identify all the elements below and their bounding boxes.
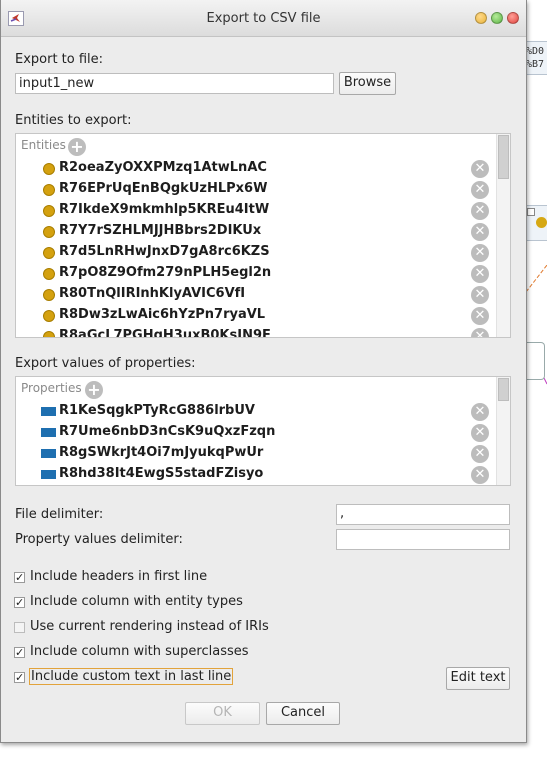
data-property-icon xyxy=(41,449,56,458)
include-entity-types-label[interactable]: Include column with entity types xyxy=(30,594,243,609)
entities-label: Entities to export: xyxy=(15,113,132,128)
include-custom-text-label[interactable]: Include custom text in last line xyxy=(28,668,234,685)
entity-name: R7d5LnRHwJnxD7gA8rc6KZS xyxy=(59,244,270,259)
entities-header: Entities xyxy=(21,138,66,152)
include-headers-checkbox[interactable]: ✓ xyxy=(14,572,25,583)
file-delimiter-input[interactable]: , xyxy=(336,504,510,525)
entity-row[interactable]: R7IkdeX9mkmhlp5KREu4ItW ✕ xyxy=(16,200,498,221)
entities-scrollbar[interactable] xyxy=(496,134,510,337)
individual-dot-icon xyxy=(43,163,55,175)
background-expand-icon xyxy=(527,208,535,216)
entity-name: R7IkdeX9mkmhlp5KREu4ItW xyxy=(59,202,270,217)
individual-dot-icon xyxy=(43,184,55,196)
include-headers-label[interactable]: Include headers in first line xyxy=(30,569,207,584)
use-current-rendering-checkbox[interactable] xyxy=(14,622,25,633)
title-bar[interactable]: Export to CSV file xyxy=(1,0,526,37)
property-row[interactable]: R1KeSqgkPTyRcG886lrbUV ✕ xyxy=(16,401,498,422)
export-file-label: Export to file: xyxy=(15,52,104,67)
individual-dot-icon xyxy=(43,310,55,322)
remove-x-icon[interactable]: ✕ xyxy=(471,307,489,325)
include-entity-types-checkbox[interactable]: ✓ xyxy=(14,597,25,608)
property-name: R8gSWkrJt4Oi7mJyukqPwUr xyxy=(59,445,264,460)
add-property-icon[interactable]: + xyxy=(85,381,103,399)
individual-dot-icon xyxy=(43,268,55,280)
individual-dot-icon xyxy=(43,289,55,301)
entity-name: R76EPrUqEnBQgkUzHLPx6W xyxy=(59,181,268,196)
entity-name: R8Dw3zLwAic6hYzPn7ryaVL xyxy=(59,307,266,322)
export-dialog: Export to CSV file Export to file: input… xyxy=(0,0,527,743)
properties-header: Properties xyxy=(21,381,82,395)
individual-dot-icon xyxy=(43,331,55,337)
entity-name: R8aGcL7PGHqH3uxB0KsIN9F xyxy=(59,328,271,338)
window-title: Export to CSV file xyxy=(206,11,321,26)
entity-name: R2oeaZyOXXPMzq1AtwLnAC xyxy=(59,160,267,175)
minimize-button[interactable] xyxy=(475,12,487,24)
background-node-line2: %B7 xyxy=(526,59,545,70)
entity-row[interactable]: R8aGcL7PGHqH3uxB0KsIN9F ✕ xyxy=(16,326,498,338)
close-button[interactable] xyxy=(507,12,519,24)
remove-x-icon[interactable]: ✕ xyxy=(471,265,489,283)
background-individual-icon xyxy=(536,217,547,228)
entity-name: R80TnQlIRInhKlyAVIC6VfI xyxy=(59,286,246,301)
entity-row[interactable]: R7d5LnRHwJnxD7gA8rc6KZS ✕ xyxy=(16,242,498,263)
property-row[interactable]: R8hd38It4EwgS5stadFZisyo ✕ xyxy=(16,464,498,485)
remove-x-icon[interactable]: ✕ xyxy=(471,445,489,463)
cancel-button[interactable]: Cancel xyxy=(266,702,340,725)
entity-row[interactable]: R80TnQlIRInhKlyAVIC6VfI ✕ xyxy=(16,284,498,305)
entity-row[interactable]: R2oeaZyOXXPMzq1AtwLnAC ✕ xyxy=(16,158,498,179)
include-superclasses-label[interactable]: Include column with superclasses xyxy=(30,644,249,659)
properties-list[interactable]: Properties + R1KeSqgkPTyRcG886lrbUV ✕ R7Um… xyxy=(15,376,511,486)
background-node-line1: %D0 xyxy=(526,46,545,57)
data-property-icon xyxy=(41,428,56,437)
include-custom-text-checkbox[interactable]: ✓ xyxy=(14,672,25,683)
entity-row[interactable]: R7Y7rSZHLMJJHBbrs2DIKUx ✕ xyxy=(16,221,498,242)
remove-x-icon[interactable]: ✕ xyxy=(471,466,489,484)
entity-name: R7pO8Z9Ofm279nPLH5egl2n xyxy=(59,265,272,280)
remove-x-icon[interactable]: ✕ xyxy=(471,181,489,199)
remove-x-icon[interactable]: ✕ xyxy=(471,223,489,241)
entity-row[interactable]: R7pO8Z9Ofm279nPLH5egl2n ✕ xyxy=(16,263,498,284)
property-row[interactable]: R7Ume6nbD3nCsK9uQxzFzqn ✕ xyxy=(16,422,498,443)
entity-row[interactable]: R76EPrUqEnBQgkUzHLPx6W ✕ xyxy=(16,179,498,200)
remove-x-icon[interactable]: ✕ xyxy=(471,328,489,337)
properties-scrollbar[interactable] xyxy=(496,377,510,485)
property-name: R7Ume6nbD3nCsK9uQxzFzqn xyxy=(59,424,276,439)
entity-name: R7Y7rSZHLMJJHBbrs2DIKUx xyxy=(59,223,262,238)
browse-button[interactable]: Browse xyxy=(339,72,396,95)
properties-scroll-thumb[interactable] xyxy=(498,378,509,401)
export-file-input[interactable]: input1_new xyxy=(15,73,334,94)
file-delimiter-label: File delimiter: xyxy=(15,507,104,522)
data-property-icon xyxy=(41,407,56,416)
individual-dot-icon xyxy=(43,247,55,259)
individual-dot-icon xyxy=(43,205,55,217)
property-name: R1KeSqgkPTyRcG886lrbUV xyxy=(59,403,255,418)
entities-list[interactable]: Entities + R2oeaZyOXXPMzq1AtwLnAC ✕ R76EPr… xyxy=(15,133,511,338)
entities-scroll-thumb[interactable] xyxy=(498,135,509,179)
property-delimiter-input[interactable] xyxy=(336,529,510,550)
maximize-button[interactable] xyxy=(491,12,503,24)
ok-button[interactable]: OK xyxy=(185,702,260,725)
remove-x-icon[interactable]: ✕ xyxy=(471,403,489,421)
entity-row[interactable]: R8Dw3zLwAic6hYzPn7ryaVL ✕ xyxy=(16,305,498,326)
property-delimiter-label: Property values delimiter: xyxy=(15,532,183,547)
use-current-rendering-label[interactable]: Use current rendering instead of IRIs xyxy=(30,619,269,634)
remove-x-icon[interactable]: ✕ xyxy=(471,244,489,262)
add-entity-icon[interactable]: + xyxy=(68,138,86,156)
edit-text-button[interactable]: Edit text xyxy=(446,667,510,690)
remove-x-icon[interactable]: ✕ xyxy=(471,202,489,220)
remove-x-icon[interactable]: ✕ xyxy=(471,160,489,178)
data-property-icon xyxy=(41,470,56,479)
include-superclasses-checkbox[interactable]: ✓ xyxy=(14,647,25,658)
property-name: R8hd38It4EwgS5stadFZisyo xyxy=(59,466,264,481)
remove-x-icon[interactable]: ✕ xyxy=(471,286,489,304)
property-row[interactable]: R8gSWkrJt4Oi7mJyukqPwUr ✕ xyxy=(16,443,498,464)
properties-label: Export values of properties: xyxy=(15,356,196,371)
individual-dot-icon xyxy=(43,226,55,238)
remove-x-icon[interactable]: ✕ xyxy=(471,424,489,442)
